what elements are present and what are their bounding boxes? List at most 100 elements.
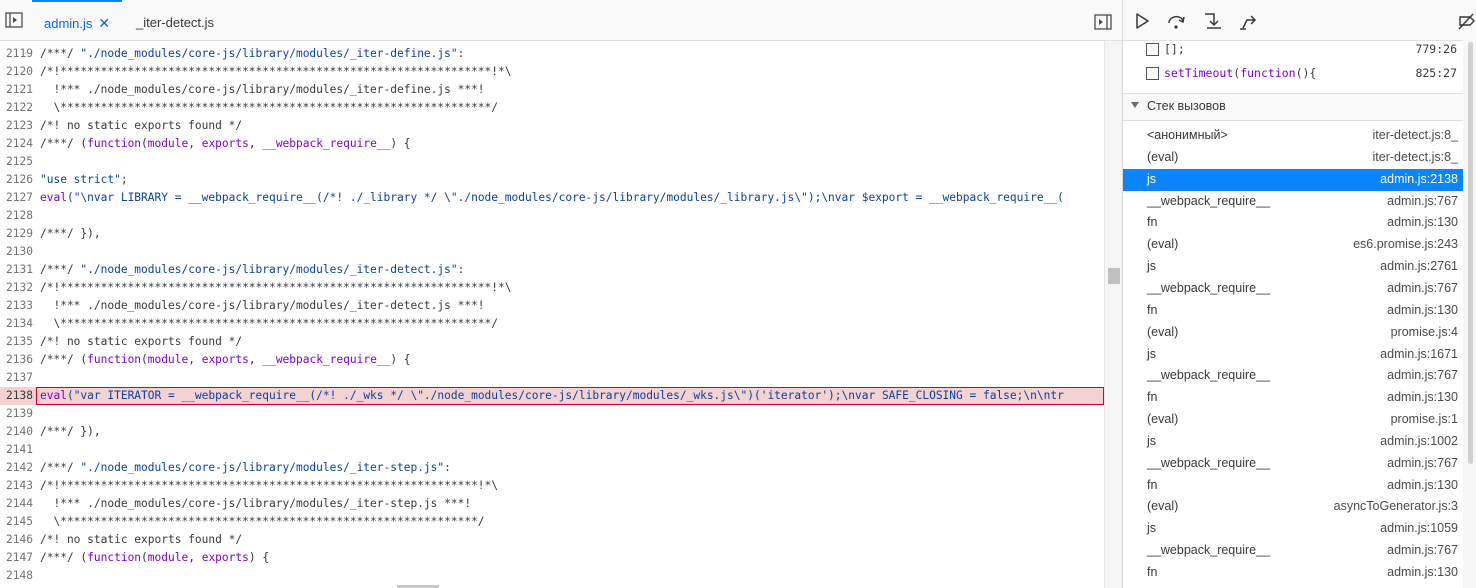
call-stack-frame[interactable]: fn admin.js:130 [1123,212,1463,234]
code-line[interactable]: 2127 eval("\nvar LIBRARY = __webpack_requ… [0,189,1104,207]
code-line[interactable]: 2133 !*** ./node_modules/core-js/library… [0,297,1104,315]
scrollbar-thumb[interactable] [1108,268,1120,284]
scrollbar-thumb[interactable] [1468,42,1473,464]
call-stack-frame[interactable]: __webpack_require__ admin.js:767 [1123,191,1463,213]
code-line[interactable]: 2120 /*!*********************************… [0,63,1104,81]
sidebar-scrollbar[interactable] [1463,40,1476,588]
line-number[interactable]: 2134 [0,315,33,333]
line-number[interactable]: 2144 [0,495,33,513]
call-stack-frame[interactable]: (eval) es6.promise.js:243 [1123,234,1463,256]
line-number[interactable]: 2125 [0,153,33,171]
call-stack-frame[interactable]: (eval) asyncToGenerator.js:3 [1123,496,1463,518]
line-number[interactable]: 2138 [0,387,33,405]
resume-icon[interactable] [1131,10,1153,32]
code-line[interactable]: 2124 /***/ (function(module, exports, __w… [0,135,1104,153]
line-number[interactable]: 2148 [0,567,33,585]
code-line[interactable]: 2147 /***/ (function(module, exports) { [0,549,1104,567]
call-stack-header[interactable]: Стек вызовов [1123,93,1463,121]
editor-vertical-scrollbar[interactable] [1104,41,1123,588]
breakpoint-row[interactable]: setTimeout(function(){ 825:27 [1123,62,1463,86]
code-line[interactable]: 2121 !*** ./node_modules/core-js/library… [0,81,1104,99]
breakpoint-checkbox[interactable] [1146,67,1159,80]
line-number[interactable]: 2124 [0,135,33,153]
step-out-icon[interactable] [1237,10,1259,32]
code-line[interactable]: 2125 [0,153,1104,171]
code-line[interactable]: 2126 "use strict"; [0,171,1104,189]
call-stack-frame[interactable]: <анонимный> iter-detect.js:8_ [1123,125,1463,147]
close-icon[interactable]: ✕ [98,15,110,31]
call-stack-frame[interactable]: __webpack_require__ admin.js:767 [1123,278,1463,300]
code-line[interactable]: 2145 \**********************************… [0,513,1104,531]
code-line[interactable]: 2148 [0,567,1104,585]
call-stack-frame[interactable]: fn admin.js:130 [1123,387,1463,409]
line-number[interactable]: 2122 [0,99,33,117]
call-stack-frame[interactable]: js admin.js:1059 [1123,518,1463,540]
code-line[interactable]: 2142 /***/ "./node_modules/core-js/librar… [0,459,1104,477]
code-line[interactable]: 2132 /*!*********************************… [0,279,1104,297]
call-stack-frame[interactable]: fn admin.js:130 [1123,475,1463,497]
line-number[interactable]: 2135 [0,333,33,351]
code-line[interactable]: 2140 /***/ }), [0,423,1104,441]
breakpoint-checkbox[interactable] [1146,43,1159,56]
step-in-icon[interactable] [1201,10,1223,32]
call-stack-frame[interactable]: fn admin.js:130 [1123,300,1463,322]
call-stack-frame[interactable]: js admin.js:1002 [1123,431,1463,453]
line-number[interactable]: 2133 [0,297,33,315]
call-stack-frame[interactable]: fn admin.js:130 [1123,562,1463,584]
code-line[interactable]: 2144 !*** ./node_modules/core-js/library… [0,495,1104,513]
tab-iter-detect-js[interactable]: _iter-detect.js [132,0,218,40]
code-line[interactable]: 2122 \**********************************… [0,99,1104,117]
sidebar-toggle-icon[interactable] [1094,14,1112,30]
line-number[interactable]: 2130 [0,243,33,261]
breakpoint-row[interactable]: []; 779:26 [1123,38,1463,62]
code-line[interactable]: 2128 [0,207,1104,225]
tab-admin-js[interactable]: admin.js ✕ [32,0,123,40]
deactivate-breakpoints-icon[interactable] [1457,10,1476,32]
line-number[interactable]: 2120 [0,63,33,81]
line-number[interactable]: 2137 [0,369,33,387]
code-editor[interactable]: 2119 /***/ "./node_modules/core-js/librar… [0,41,1104,588]
code-line[interactable]: 2129 /***/ }), [0,225,1104,243]
line-number[interactable]: 2128 [0,207,33,225]
line-number[interactable]: 2126 [0,171,33,189]
expand-arrow-icon[interactable] [1131,102,1139,108]
code-line[interactable]: 2123 /*! no static exports found */ [0,117,1104,135]
code-line[interactable]: 2130 [0,243,1104,261]
code-line[interactable]: 2146 /*! no static exports found */ [0,531,1104,549]
code-line[interactable]: 2137 [0,369,1104,387]
call-stack-frame[interactable]: __webpack_require__ admin.js:767 [1123,540,1463,562]
call-stack-frame[interactable]: js admin.js:2761 [1123,256,1463,278]
call-stack-frame[interactable]: __webpack_require__ admin.js:767 [1123,365,1463,387]
line-number[interactable]: 2136 [0,351,33,369]
call-stack-frame[interactable]: (eval) iter-detect.js:8_ [1123,147,1463,169]
code-line[interactable]: 2141 [0,441,1104,459]
call-stack-frame[interactable]: __webpack_require__ admin.js:767 [1123,453,1463,475]
call-stack-frame[interactable]: (eval) promise.js:4 [1123,322,1463,344]
call-stack-frame[interactable]: js admin.js:1671 [1123,344,1463,366]
line-number[interactable]: 2146 [0,531,33,549]
line-number[interactable]: 2140 [0,423,33,441]
line-number[interactable]: 2142 [0,459,33,477]
code-line[interactable]: 2119 /***/ "./node_modules/core-js/librar… [0,45,1104,63]
call-stack-frame[interactable]: (eval) promise.js:1 [1123,409,1463,431]
code-line[interactable]: 2135 /*! no static exports found */ [0,333,1104,351]
code-line[interactable]: 2143 /*!*********************************… [0,477,1104,495]
line-number[interactable]: 2139 [0,405,33,423]
step-over-icon[interactable] [1165,10,1187,32]
call-stack-frame[interactable]: js admin.js:2138 [1123,168,1463,191]
line-number[interactable]: 2145 [0,513,33,531]
line-number[interactable]: 2147 [0,549,33,567]
line-number[interactable]: 2127 [0,189,33,207]
line-number[interactable]: 2131 [0,261,33,279]
code-line[interactable]: 2131 /***/ "./node_modules/core-js/librar… [0,261,1104,279]
line-number[interactable]: 2143 [0,477,33,495]
sidebar-toggle-icon[interactable] [5,12,23,28]
code-line[interactable]: 2139 [0,405,1104,423]
code-line[interactable]: 2134 \**********************************… [0,315,1104,333]
code-line[interactable]: 2136 /***/ (function(module, exports, __w… [0,351,1104,369]
paused-code-line[interactable]: 2138 eval("var ITERATOR = __webpack_requi… [0,387,1104,405]
line-number[interactable]: 2121 [0,81,33,99]
line-number[interactable]: 2129 [0,225,33,243]
line-number[interactable]: 2141 [0,441,33,459]
line-number[interactable]: 2132 [0,279,33,297]
